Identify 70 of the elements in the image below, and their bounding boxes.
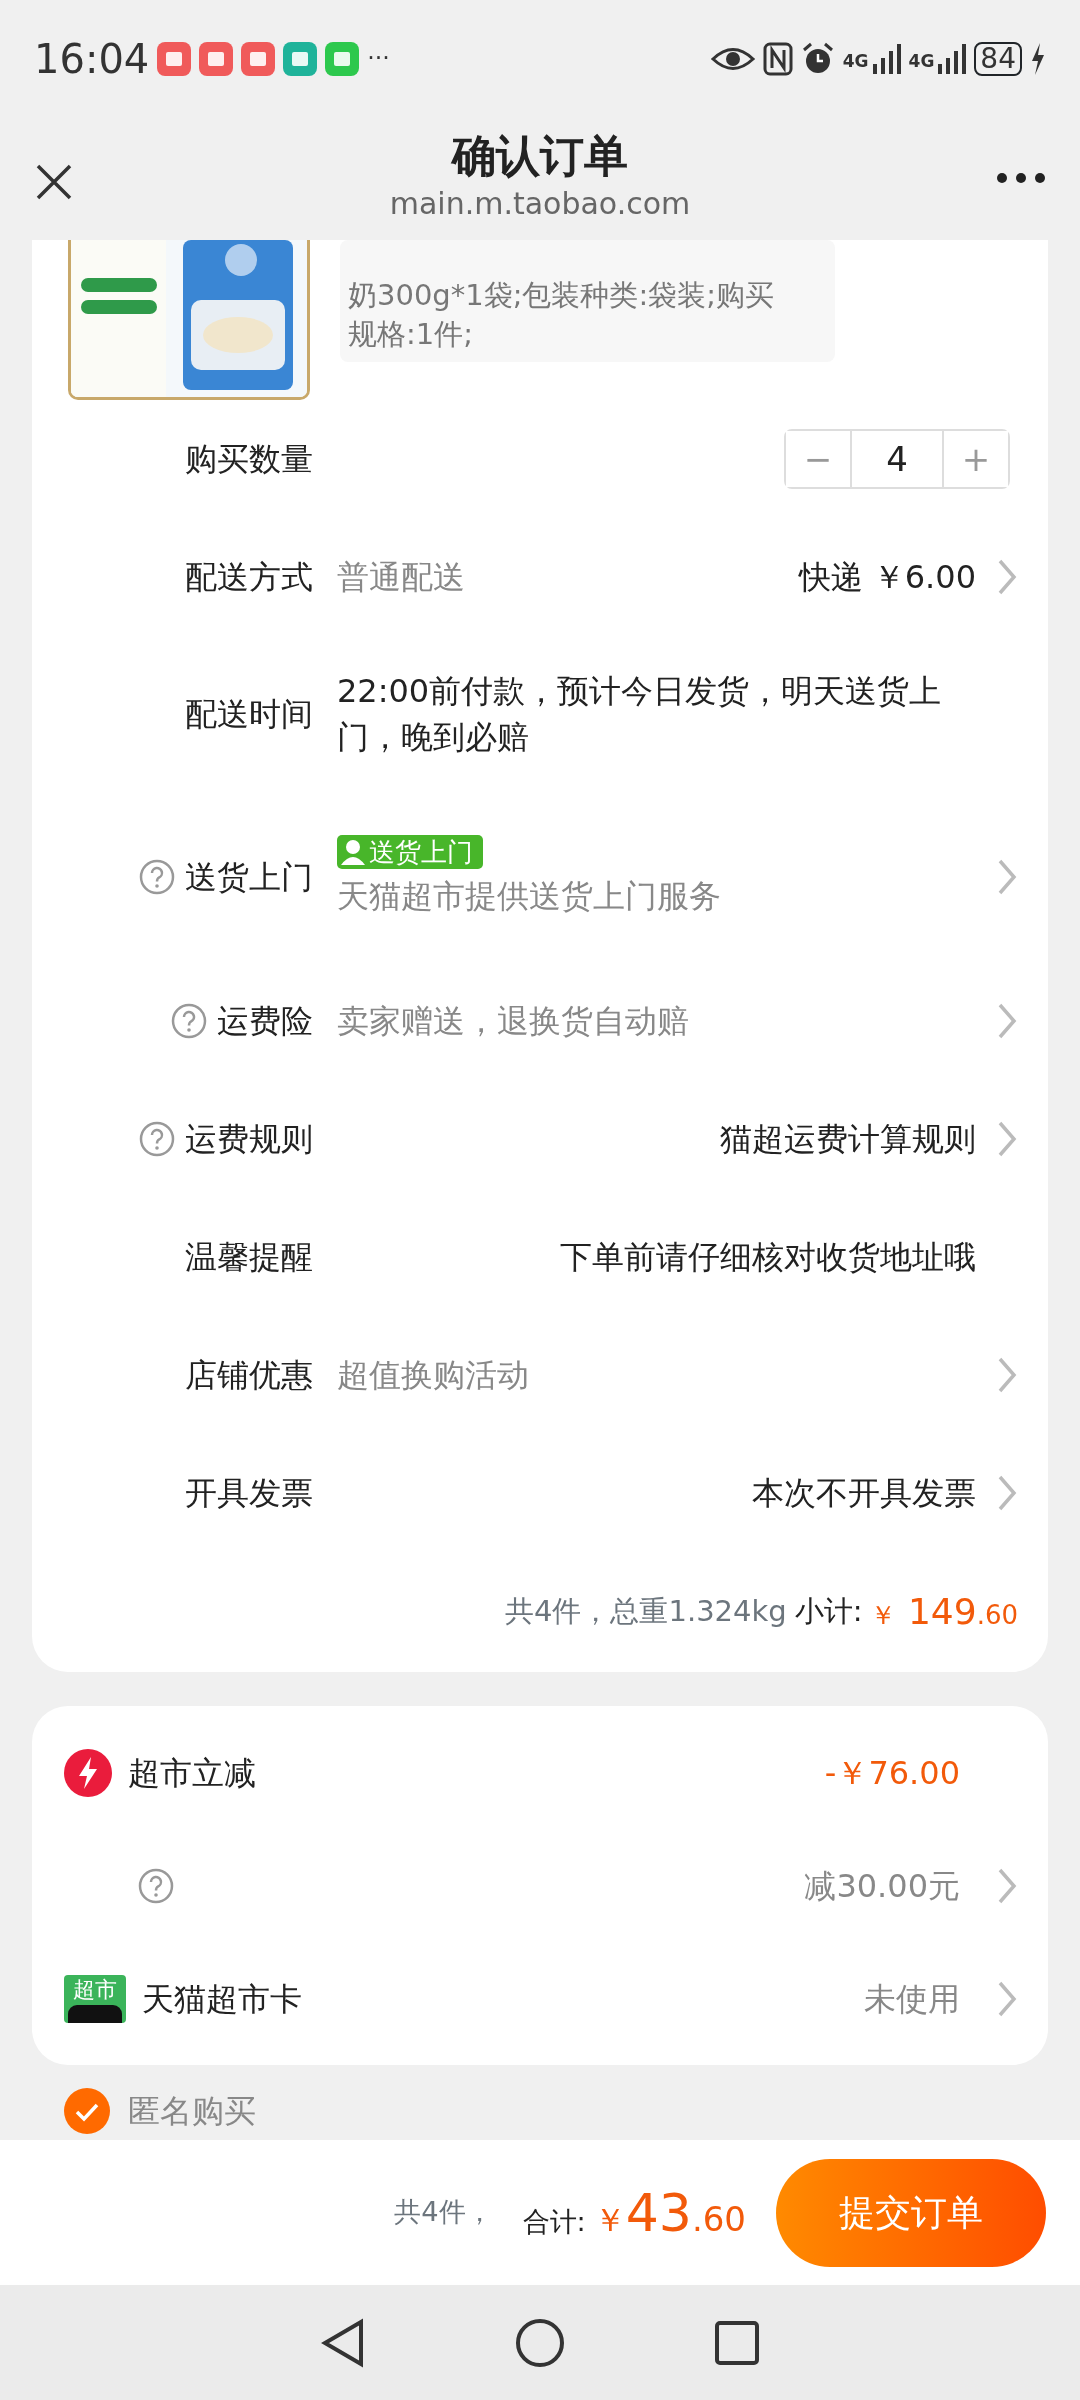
network-type: 4G: [908, 49, 935, 73]
chevron-icon[interactable]: [996, 557, 1018, 597]
item-count: 共4件，: [394, 2195, 493, 2230]
charging-icon: [1030, 43, 1046, 75]
weight-summary: 共4件，总重1.324kg: [505, 1593, 787, 1631]
discount-value: -￥76.00: [824, 1752, 960, 1794]
alarm-icon: [800, 42, 835, 76]
row-value: 本次不开具发票: [752, 1473, 976, 1514]
discount-label: 天猫超市卡: [142, 1978, 302, 2020]
product-specification: 奶300g*1袋;包装种类:袋装;购买 规格:1件;: [340, 240, 835, 362]
total-label: 合计:: [522, 2204, 586, 2239]
supermarket-card-icon: 超市: [64, 1974, 126, 2023]
lightning-icon: [64, 1748, 112, 1797]
app-notification-icon: [241, 42, 276, 76]
delivery-time-text: 22:00前付款，预计今日发货，明天送货上门，晚到必赔: [337, 671, 943, 758]
quantity-stepper[interactable]: − 4 +: [784, 429, 1010, 489]
more-icon[interactable]: [996, 172, 1046, 184]
chevron-icon[interactable]: [996, 1473, 1018, 1513]
discount-value: 未使用: [864, 1978, 960, 2020]
help-icon[interactable]: [139, 859, 175, 895]
service-badge: 送货上门: [337, 834, 483, 869]
battery-level: 84: [974, 42, 1022, 76]
help-icon[interactable]: [139, 1121, 175, 1157]
overflow-indicator: ···: [367, 43, 390, 75]
help-icon[interactable]: [138, 1867, 174, 1904]
signal-icon: [938, 44, 967, 74]
row-label: 购买数量: [185, 440, 313, 478]
row-value: 快递 ￥6.00: [798, 557, 976, 598]
total-price: ￥43.60: [593, 2181, 746, 2245]
subtotal-price: ￥ 149.60: [870, 1590, 1018, 1634]
status-time: 16:04: [34, 35, 150, 84]
network-type: 4G: [842, 49, 869, 73]
app-notification-icon: [157, 42, 192, 76]
discount-label: 超市立减: [128, 1752, 256, 1794]
row-label: 配送时间: [185, 694, 313, 735]
app-notification-icon: [283, 42, 318, 76]
chevron-icon[interactable]: [996, 1355, 1018, 1395]
recents-icon[interactable]: [715, 2320, 759, 2365]
home-icon[interactable]: [515, 2317, 565, 2368]
chevron-icon[interactable]: [996, 1001, 1018, 1041]
row-label: 运费险: [217, 1001, 313, 1042]
row-hint: 普通配送: [337, 557, 466, 598]
row-label: 配送方式: [185, 557, 313, 598]
app-notification-icon: [325, 42, 360, 76]
row-label: 送货上门: [185, 857, 313, 898]
row-hint: 卖家赠送，退换货自动赔: [337, 1001, 690, 1042]
chevron-icon[interactable]: [996, 1119, 1018, 1159]
row-label: 温馨提醒: [185, 1237, 313, 1278]
row-hint: 超值换购活动: [337, 1355, 530, 1396]
row-label: 开具发票: [185, 1473, 313, 1514]
nfc-icon: [762, 42, 793, 76]
row-label: 店铺优惠: [185, 1355, 313, 1396]
checkbox[interactable]: [64, 2088, 110, 2134]
chevron-icon[interactable]: [996, 857, 1018, 897]
submit-order-button[interactable]: 提交订单: [776, 2158, 1046, 2267]
row-value: 下单前请仔细核对收货地址哦: [560, 1237, 976, 1278]
person-icon: [341, 838, 365, 865]
discount-value: 减30.00元: [804, 1865, 960, 1907]
page-title: 确认订单: [450, 132, 629, 181]
anonymous-label: 匿名购买: [128, 2091, 256, 2132]
signal-icon: [872, 44, 901, 74]
row-value: 猫超运费计算规则: [720, 1119, 976, 1160]
page-url: main.m.taobao.com: [389, 184, 691, 223]
back-icon[interactable]: [321, 2317, 365, 2368]
help-icon[interactable]: [171, 1003, 207, 1039]
app-notification-icon: [199, 42, 234, 76]
row-label: 运费规则: [185, 1119, 313, 1160]
row-hint: 天猫超市提供送货上门服务: [337, 875, 722, 917]
close-icon[interactable]: [34, 162, 74, 202]
subtotal-label: 小计:: [794, 1593, 863, 1631]
